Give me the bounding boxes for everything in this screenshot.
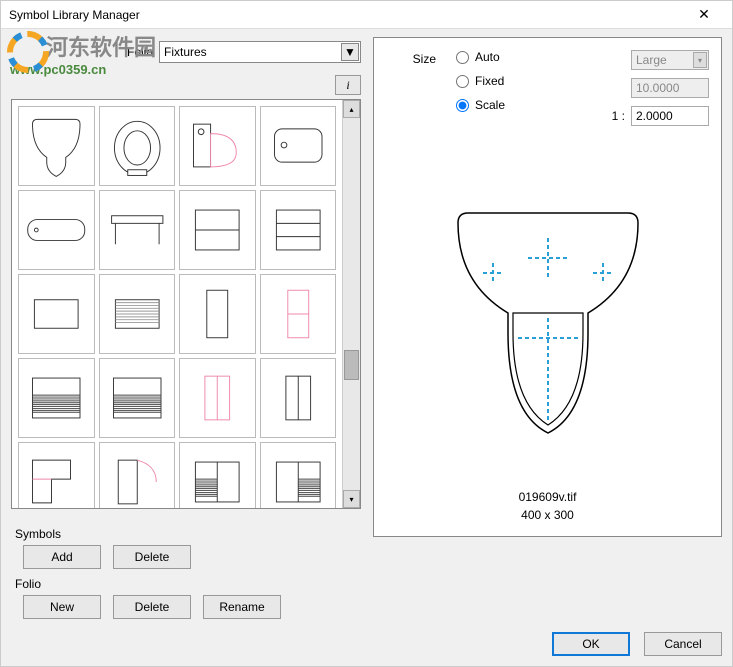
scroll-thumb[interactable]: [344, 350, 359, 380]
scale-prefix: 1 :: [612, 109, 625, 123]
folio-row: Folio Fixtures ▼: [11, 37, 361, 67]
dialog-buttons: OK Cancel: [373, 620, 722, 656]
size-label: Size: [386, 50, 436, 126]
radio-scale[interactable]: Scale: [456, 98, 505, 112]
thumb-corner-1[interactable]: [18, 442, 95, 508]
thumb-drawer-3[interactable]: [260, 190, 337, 270]
folio-label: Folio: [11, 45, 159, 59]
thumb-panel[interactable]: [18, 274, 95, 354]
symbols-label: Symbols: [15, 527, 361, 541]
thumb-tub-small[interactable]: [260, 106, 337, 186]
preview-image: [386, 146, 709, 480]
thumb-door-closed[interactable]: [179, 274, 256, 354]
thumb-blinds-half[interactable]: [179, 442, 256, 508]
folio-section-label: Folio: [15, 577, 361, 591]
delete-folio-button[interactable]: Delete: [113, 595, 191, 619]
thumb-door-open[interactable]: [99, 442, 176, 508]
scroll-down-icon[interactable]: ▾: [343, 490, 360, 508]
thumb-panel-lines[interactable]: [99, 274, 176, 354]
size-values: Large ▾ 10.0000 1 : 2.0000: [612, 50, 709, 126]
add-button[interactable]: Add: [23, 545, 101, 569]
thumb-cabinet-pink[interactable]: [179, 358, 256, 438]
fixture-preview-icon: [418, 183, 678, 443]
thumb-blinds-2[interactable]: [99, 358, 176, 438]
window-title: Symbol Library Manager: [9, 8, 684, 22]
folio-combo[interactable]: Fixtures ▼: [159, 41, 361, 63]
scroll-up-icon[interactable]: ▴: [343, 100, 360, 118]
thumb-toilet-top[interactable]: [99, 106, 176, 186]
thumb-drawer-2[interactable]: [179, 190, 256, 270]
thumb-blinds-1[interactable]: [18, 358, 95, 438]
folio-combo-value: Fixtures: [164, 45, 207, 59]
thumb-door-pink[interactable]: [260, 274, 337, 354]
left-column: Folio Fixtures ▼ i ▴ ▾ Symbols Add: [11, 37, 361, 656]
size-options: Size Auto Fixed Scale Large ▾: [386, 50, 709, 126]
size-combo: Large ▾: [631, 50, 709, 70]
delete-symbol-button[interactable]: Delete: [113, 545, 191, 569]
thumb-toilet-side[interactable]: [179, 106, 256, 186]
bottom-controls: Symbols Add Delete Folio New Delete Rena…: [11, 519, 361, 619]
radio-auto[interactable]: Auto: [456, 50, 505, 64]
info-button[interactable]: i: [335, 75, 361, 95]
thumb-sink-round[interactable]: [18, 106, 95, 186]
close-button[interactable]: ✕: [684, 5, 724, 25]
thumb-table-rect[interactable]: [99, 190, 176, 270]
chevron-down-icon: ▼: [341, 43, 359, 61]
ok-button[interactable]: OK: [552, 632, 630, 656]
thumbnail-grid: [12, 100, 342, 508]
cancel-button[interactable]: Cancel: [644, 632, 722, 656]
dialog-window: Symbol Library Manager ✕ 河东软件园 www.pc035…: [0, 0, 733, 667]
content-area: Folio Fixtures ▼ i ▴ ▾ Symbols Add: [1, 29, 732, 666]
preview-frame: Size Auto Fixed Scale Large ▾: [373, 37, 722, 537]
preview-filename: 019609v.tif: [386, 488, 709, 506]
scale-field[interactable]: 2.0000: [631, 106, 709, 126]
thumb-cabinet[interactable]: [260, 358, 337, 438]
preview-caption: 019609v.tif 400 x 300: [386, 488, 709, 524]
thumbnail-grid-frame: ▴ ▾: [11, 99, 361, 509]
preview-dims: 400 x 300: [386, 506, 709, 524]
radio-fixed[interactable]: Fixed: [456, 74, 505, 88]
thumb-blinds-q[interactable]: [260, 442, 337, 508]
scrollbar[interactable]: ▴ ▾: [342, 100, 360, 508]
chevron-down-icon: ▾: [693, 52, 707, 68]
thumb-tub-long[interactable]: [18, 190, 95, 270]
size-radios: Auto Fixed Scale: [456, 50, 505, 126]
new-button[interactable]: New: [23, 595, 101, 619]
right-column: Size Auto Fixed Scale Large ▾: [373, 37, 722, 656]
fixed-field: 10.0000: [631, 78, 709, 98]
titlebar: Symbol Library Manager ✕: [1, 1, 732, 29]
rename-button[interactable]: Rename: [203, 595, 281, 619]
